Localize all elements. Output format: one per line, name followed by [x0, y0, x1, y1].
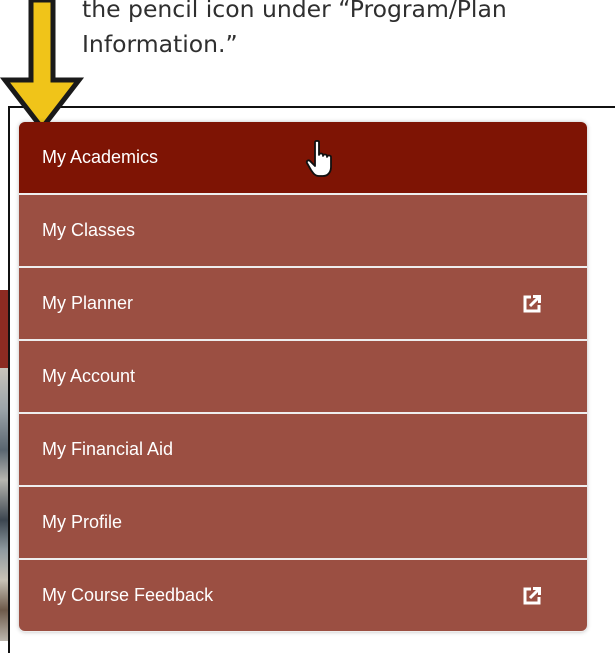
menu-item-label: My Academics: [42, 147, 159, 167]
menu-item-my-academics[interactable]: My Academics: [19, 122, 587, 193]
instruction-line-1: the pencil icon under “Program/Plan: [82, 0, 507, 23]
menu-item-label: My Classes: [42, 220, 136, 240]
menu-item-my-account[interactable]: My Account: [19, 341, 587, 412]
menu-item-my-financial-aid[interactable]: My Financial Aid: [19, 414, 587, 485]
menu-item-label: My Course Feedback: [42, 585, 214, 605]
down-arrow-icon: [0, 0, 85, 132]
menu-item-my-course-feedback[interactable]: My Course Feedback: [19, 560, 587, 631]
menu-item-label: My Planner: [42, 293, 134, 313]
navigation-menu-panel: My Academics My Classes My Planner My Ac…: [19, 122, 587, 632]
external-link-icon[interactable]: [523, 294, 541, 313]
instruction-line-2: Information.”: [82, 30, 238, 58]
external-link-icon[interactable]: [523, 586, 541, 605]
menu-item-label: My Financial Aid: [42, 439, 174, 459]
instruction-text: the pencil icon under “Program/Plan Info…: [82, 0, 615, 62]
menu-item-my-classes[interactable]: My Classes: [19, 195, 587, 266]
navigation-menu: My Academics My Classes My Planner My Ac…: [19, 122, 587, 631]
menu-item-my-planner[interactable]: My Planner: [19, 268, 587, 339]
menu-item-label: My Account: [42, 366, 136, 386]
menu-item-my-profile[interactable]: My Profile: [19, 487, 587, 558]
menu-item-label: My Profile: [42, 512, 123, 532]
hand-pointer-icon: [305, 140, 332, 177]
